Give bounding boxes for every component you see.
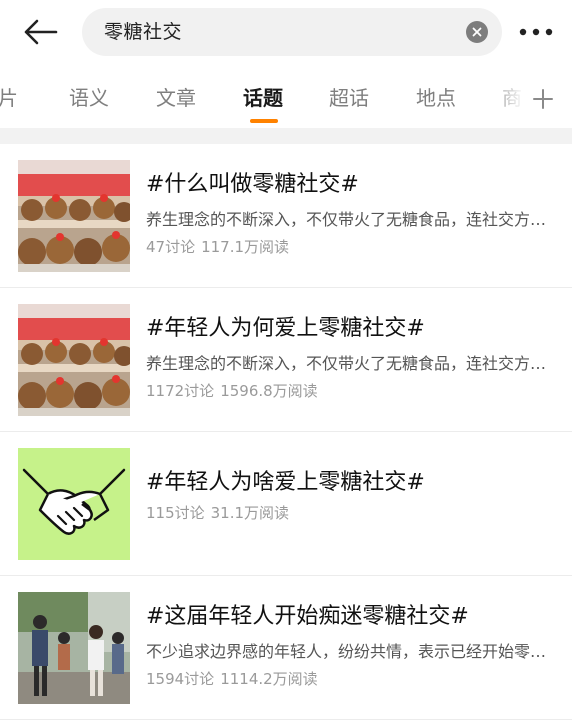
topic-stats: 1594讨论 1114.2万阅读 — [146, 668, 324, 689]
plush-toys-photo-icon — [18, 304, 130, 416]
topic-title: #什么叫做零糖社交# — [146, 172, 359, 197]
discussion-count: 115讨论 — [146, 504, 205, 522]
back-button[interactable] — [16, 12, 64, 52]
tab-places[interactable]: 地点 — [416, 70, 456, 126]
tab-articles[interactable]: 文章 — [156, 70, 196, 126]
read-count: 31.1万阅读 — [210, 504, 290, 522]
plus-icon — [533, 89, 553, 109]
more-horizontal-icon — [519, 28, 553, 36]
topic-item[interactable]: #年轻人为啥爱上零糖社交# 115讨论 31.1万阅读 — [0, 432, 572, 576]
topic-title: #这届年轻人开始痴迷零糖社交# — [146, 604, 469, 629]
topic-description: 不少追求边界感的年轻人，纷纷共情，表示已经开始零糖社交 — [146, 642, 556, 661]
topic-item[interactable]: #年轻人为何爱上零糖社交# 养生理念的不断深入，不仅带火了无糖食品，连社交方式也… — [0, 288, 572, 432]
arrow-left-icon — [24, 19, 58, 45]
topic-title: #年轻人为啥爱上零糖社交# — [146, 470, 425, 495]
people-street-photo-icon — [18, 592, 130, 704]
topic-title: #年轻人为何爱上零糖社交# — [146, 316, 425, 341]
tab-topics[interactable]: 话题 — [243, 70, 283, 126]
clear-search-button[interactable] — [466, 21, 488, 43]
topic-thumbnail[interactable] — [18, 592, 130, 704]
category-tabs: 图片 语义 文章 话题 超话 地点 商 — [0, 70, 572, 126]
read-count: 1114.2万阅读 — [220, 670, 318, 688]
discussion-count: 47讨论 — [146, 238, 196, 256]
topic-stats: 47讨论 117.1万阅读 — [146, 236, 295, 257]
topic-item[interactable]: #什么叫做零糖社交# 养生理念的不断深入，不仅带火了无糖食品，连社交方式也开始讲… — [0, 144, 572, 288]
discussion-count: 1594讨论 — [146, 670, 215, 688]
topic-thumbnail[interactable] — [18, 160, 130, 272]
read-count: 1596.8万阅读 — [220, 382, 318, 400]
topic-stats: 115讨论 31.1万阅读 — [146, 502, 295, 523]
plush-toys-photo-icon — [18, 160, 130, 272]
active-tab-indicator — [250, 119, 278, 123]
more-options-button[interactable] — [514, 14, 558, 50]
handshake-icon — [18, 448, 130, 560]
topic-thumbnail[interactable] — [18, 448, 130, 560]
read-count: 117.1万阅读 — [201, 238, 290, 256]
close-icon — [472, 27, 482, 37]
topic-thumbnail[interactable] — [18, 304, 130, 416]
section-divider — [0, 128, 572, 144]
header-bar: 零糖社交 — [0, 0, 572, 64]
search-query[interactable]: 零糖社交 — [104, 8, 182, 56]
topic-list: #什么叫做零糖社交# 养生理念的不断深入，不仅带火了无糖食品，连社交方式也开始讲… — [0, 144, 572, 720]
topic-description: 养生理念的不断深入，不仅带火了无糖食品，连社交方式也开始讲究“零糖”了 — [146, 210, 556, 229]
tab-semantic[interactable]: 语义 — [69, 70, 109, 126]
topic-stats: 1172讨论 1596.8万阅读 — [146, 380, 324, 401]
topic-description: 养生理念的不断深入，不仅带火了无糖食品，连社交方式也开始讲究“零糖”了 — [146, 354, 556, 373]
discussion-count: 1172讨论 — [146, 382, 215, 400]
topic-item[interactable]: #这届年轻人开始痴迷零糖社交# 不少追求边界感的年轻人，纷纷共情，表示已经开始零… — [0, 576, 572, 720]
tab-super-topics[interactable]: 超话 — [329, 70, 369, 126]
search-box[interactable]: 零糖社交 — [82, 8, 502, 56]
tab-images[interactable]: 图片 — [0, 70, 18, 126]
add-tab-button[interactable] — [526, 82, 560, 116]
